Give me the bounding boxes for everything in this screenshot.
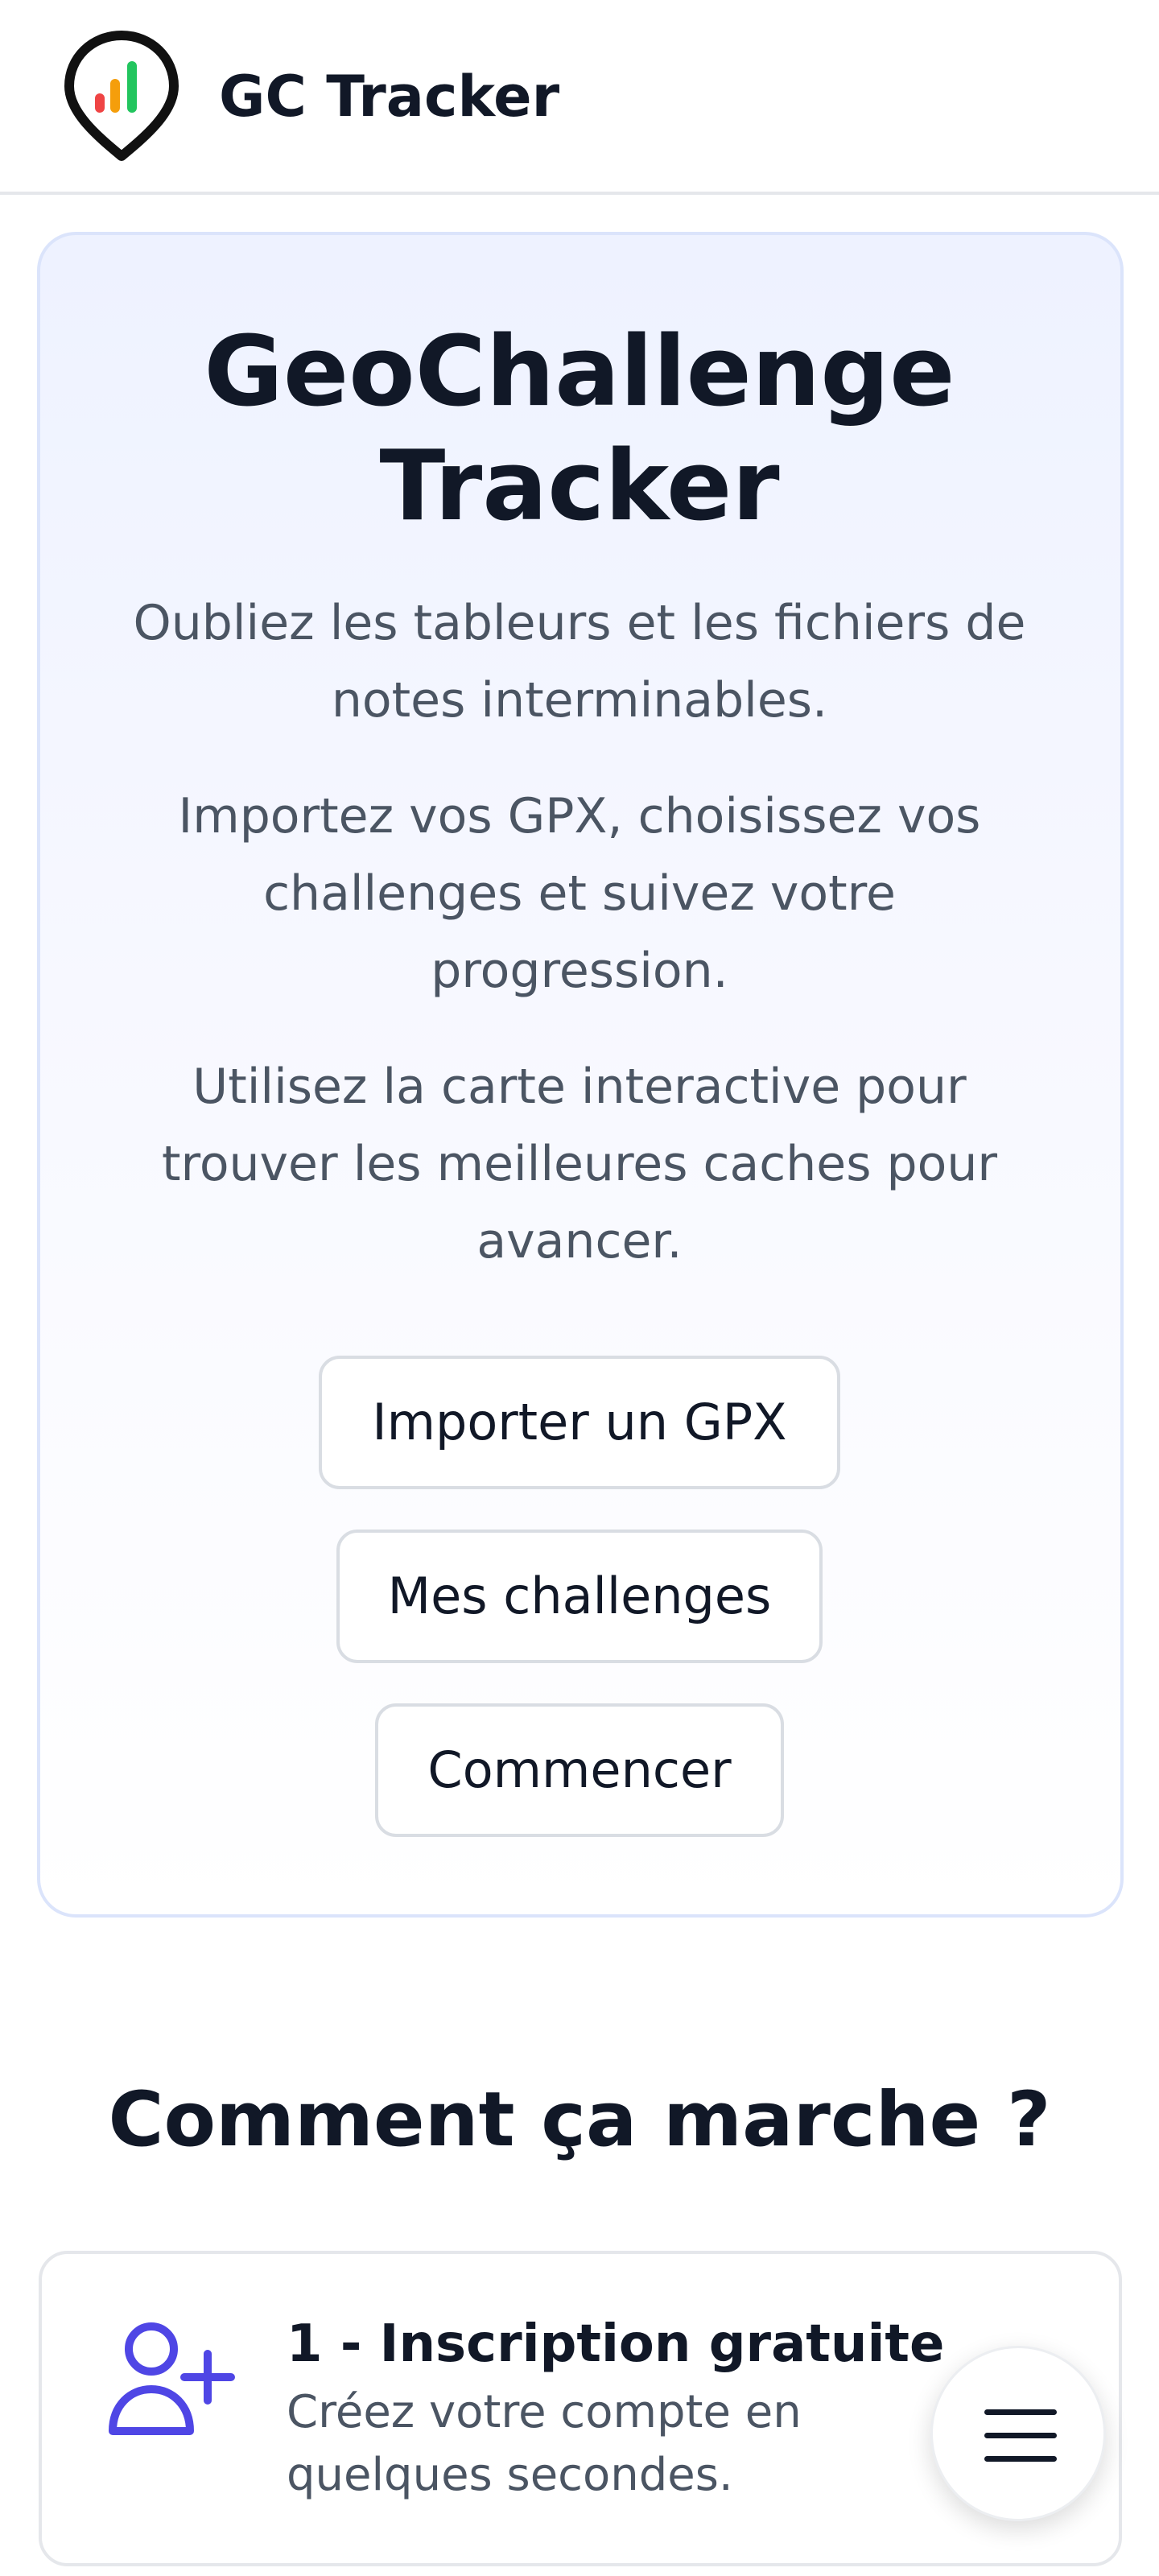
page: GC Tracker GeoChallenge Tracker Oubliez … bbox=[0, 0, 1159, 2576]
brand-name[interactable]: GC Tracker bbox=[219, 63, 559, 130]
hero-paragraph-1: Oubliez les tableurs et les fichiers de … bbox=[133, 595, 1026, 729]
step-title: 1 - Inscription gratuite bbox=[287, 2314, 945, 2374]
map-pin-chart-icon[interactable] bbox=[63, 29, 180, 163]
import-gpx-button[interactable]: Importer un GPX bbox=[319, 1356, 840, 1489]
hero-title-line2: Tracker bbox=[379, 431, 780, 543]
menu-button[interactable] bbox=[930, 2346, 1106, 2521]
app-header: GC Tracker bbox=[0, 0, 1159, 195]
my-challenges-button[interactable]: Mes challenges bbox=[336, 1530, 823, 1663]
how-it-works-title: Comment ça marche ? bbox=[108, 2076, 1051, 2164]
hero-title: GeoChallenge Tracker bbox=[0, 316, 1159, 544]
step-description: Créez votre compte en quelques secondes. bbox=[287, 2386, 802, 2501]
hero-paragraph-2: Importez vos GPX, choisissez vos challen… bbox=[178, 788, 981, 999]
hero-title-line1: GeoChallenge bbox=[204, 316, 955, 428]
user-plus-icon bbox=[109, 2322, 235, 2435]
hamburger-menu-icon bbox=[984, 2409, 1057, 2462]
hero-paragraph-3: Utilisez la carte interactive pour trouv… bbox=[161, 1059, 998, 1269]
start-button[interactable]: Commencer bbox=[375, 1703, 784, 1837]
